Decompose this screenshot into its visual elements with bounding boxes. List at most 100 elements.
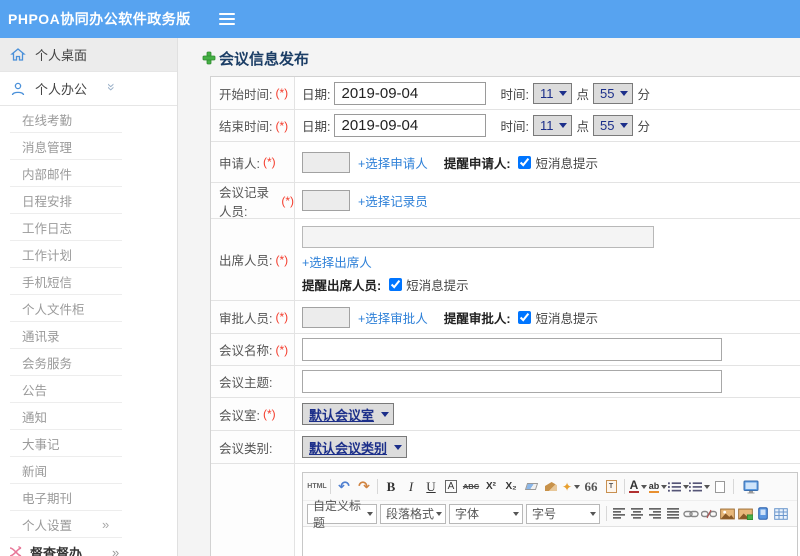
sidebar-item-personal-office[interactable]: 个人办公 »	[0, 72, 177, 106]
remove-link-button[interactable]	[700, 504, 718, 524]
italic-button[interactable]: I	[401, 477, 421, 497]
dropdown-arrow-icon	[620, 123, 629, 128]
sidebar-item-personal-settings[interactable]: 个人设置 »	[0, 511, 177, 538]
required-mark: (*)	[275, 310, 289, 324]
sidebar-item-mobile-sms[interactable]: 手机短信	[0, 268, 177, 295]
highlight-button[interactable]: ab	[648, 477, 668, 497]
end-date-input[interactable]	[334, 114, 487, 137]
sidebar-item-online-attendance[interactable]: 在线考勤	[0, 106, 177, 133]
new-page-button[interactable]	[710, 477, 730, 497]
superscript-button[interactable]: X²	[481, 477, 501, 497]
meeting-name-input[interactable]	[302, 338, 722, 361]
insert-image-button[interactable]	[718, 504, 736, 524]
sidebar-item-personal-files[interactable]: 个人文件柜	[0, 295, 177, 322]
sidebar-item-work-plan[interactable]: 工作计划	[0, 241, 177, 268]
insert-link-button[interactable]	[682, 504, 700, 524]
start-date-input[interactable]	[334, 81, 487, 105]
align-justify-button[interactable]	[664, 504, 682, 524]
bold-button[interactable]: B	[381, 477, 401, 497]
sidebar-item-schedule[interactable]: 日程安排	[0, 187, 177, 214]
align-center-button[interactable]	[628, 504, 646, 524]
sidebar-item-e-journal[interactable]: 电子期刊	[0, 484, 177, 511]
sidebar-item-news[interactable]: 新闻	[0, 457, 177, 484]
align-center-icon	[630, 508, 643, 519]
blockquote-button[interactable]: 66	[581, 477, 601, 497]
unlink-icon	[701, 509, 717, 518]
sidebar-item-internal-mail[interactable]: 内部邮件	[0, 160, 177, 187]
end-hour-select[interactable]: 11	[532, 115, 573, 136]
choose-approver-link[interactable]: +选择审批人	[358, 308, 428, 327]
meeting-topic-input[interactable]	[302, 370, 722, 393]
meeting-category-select[interactable]: 默认会议类别	[302, 436, 408, 458]
editor-toolbar-row2: 自定义标题 段落格式 字体 字号	[303, 499, 797, 530]
redo-button[interactable]: ↷	[354, 477, 374, 497]
field-label: 结束时间: (*)	[211, 110, 295, 141]
sidebar-item-personal-desktop[interactable]: 个人桌面	[0, 38, 177, 72]
dropdown-arrow-icon	[436, 511, 442, 516]
sidebar-item-notice[interactable]: 通知	[0, 403, 177, 430]
sidebar-item-supervision[interactable]: 督查督办 »	[0, 538, 177, 556]
field-label: 审批人员: (*)	[211, 301, 295, 333]
sidebar-item-label: 大事记	[22, 438, 60, 452]
sidebar-item-memorabilia[interactable]: 大事记	[0, 430, 177, 457]
attendees-sms-checkbox[interactable]	[389, 278, 403, 291]
heading-select[interactable]: 自定义标题	[307, 499, 377, 530]
hamburger-menu-icon[interactable]	[218, 10, 235, 28]
choose-applicant-link[interactable]: +选择申请人	[358, 153, 428, 172]
upload-image-button[interactable]	[736, 504, 754, 524]
rich-text-editor: HTML ↶ ↷ B I U A ABC X² X₂ ✦ 66 T A ab 自…	[302, 472, 798, 556]
recorder-row: 会议记录人员: (*) +选择记录员	[211, 183, 800, 219]
editor-row: HTML ↶ ↷ B I U A ABC X² X₂ ✦ 66 T A ab 自…	[211, 464, 800, 556]
sms-notify-label: 短消息提示	[535, 311, 598, 326]
approver-sms-checkbox[interactable]	[518, 310, 532, 324]
eraser-button[interactable]	[521, 477, 541, 497]
minute-unit-label: 分	[637, 120, 650, 134]
insert-table-button[interactable]	[772, 504, 790, 524]
sidebar-item-message-management[interactable]: 消息管理	[0, 133, 177, 160]
sidebar-item-label: 消息管理	[22, 141, 73, 155]
subscript-button[interactable]: X₂	[501, 477, 521, 497]
font-family-select[interactable]: 字体	[449, 503, 523, 524]
start-hour-select[interactable]: 11	[532, 82, 573, 104]
paragraph-format-select[interactable]: 段落格式	[380, 503, 446, 524]
paste-button[interactable]: T	[601, 477, 621, 497]
minute-unit-label: 分	[637, 87, 650, 102]
align-left-button[interactable]	[610, 504, 628, 524]
dropdown-arrow-icon	[620, 90, 629, 96]
link-icon	[683, 510, 699, 517]
start-minute-select[interactable]: 55	[592, 82, 634, 104]
format-brush-button[interactable]	[541, 477, 561, 497]
underline-button[interactable]: U	[421, 477, 441, 497]
sidebar-item-work-log[interactable]: 工作日志	[0, 214, 177, 241]
sidebar-item-contacts[interactable]: 通讯录	[0, 322, 177, 349]
sidebar-item-label: 新闻	[22, 465, 48, 479]
sidebar-item-announcement[interactable]: 公告	[0, 376, 177, 403]
choose-recorder-link[interactable]: +选择记录员	[358, 191, 428, 210]
fullscreen-button[interactable]	[741, 477, 761, 497]
approver-input[interactable]	[302, 306, 350, 328]
unordered-list-button[interactable]	[689, 477, 710, 497]
align-right-button[interactable]	[646, 504, 664, 524]
html-source-button[interactable]: HTML	[307, 477, 327, 497]
attendees-textarea[interactable]	[302, 226, 654, 248]
strikethrough-button[interactable]: ABC	[461, 477, 481, 497]
applicant-input[interactable]	[302, 151, 350, 173]
meeting-room-select[interactable]: 默认会议室	[302, 403, 395, 425]
font-color-button[interactable]: A	[628, 477, 648, 497]
insert-media-button[interactable]	[754, 504, 772, 524]
applicant-sms-checkbox[interactable]	[518, 155, 532, 169]
auto-format-button[interactable]: ✦	[561, 477, 581, 497]
ordered-list-icon	[668, 481, 681, 492]
broom-icon	[545, 482, 557, 491]
choose-attendees-link[interactable]: +选择出席人	[302, 252, 372, 271]
font-size-select[interactable]: 字号	[526, 503, 600, 524]
recorder-input[interactable]	[302, 190, 350, 211]
end-minute-select[interactable]: 55	[592, 115, 634, 136]
page-title-text: 会议信息发布	[219, 50, 310, 68]
sidebar-item-meeting-service[interactable]: 会务服务	[0, 349, 177, 376]
undo-button[interactable]: ↶	[334, 477, 354, 497]
ordered-list-button[interactable]	[668, 477, 689, 497]
editor-content-area[interactable]	[303, 527, 797, 556]
char-border-button[interactable]: A	[441, 477, 461, 497]
hour-unit-label: 点	[576, 120, 589, 134]
